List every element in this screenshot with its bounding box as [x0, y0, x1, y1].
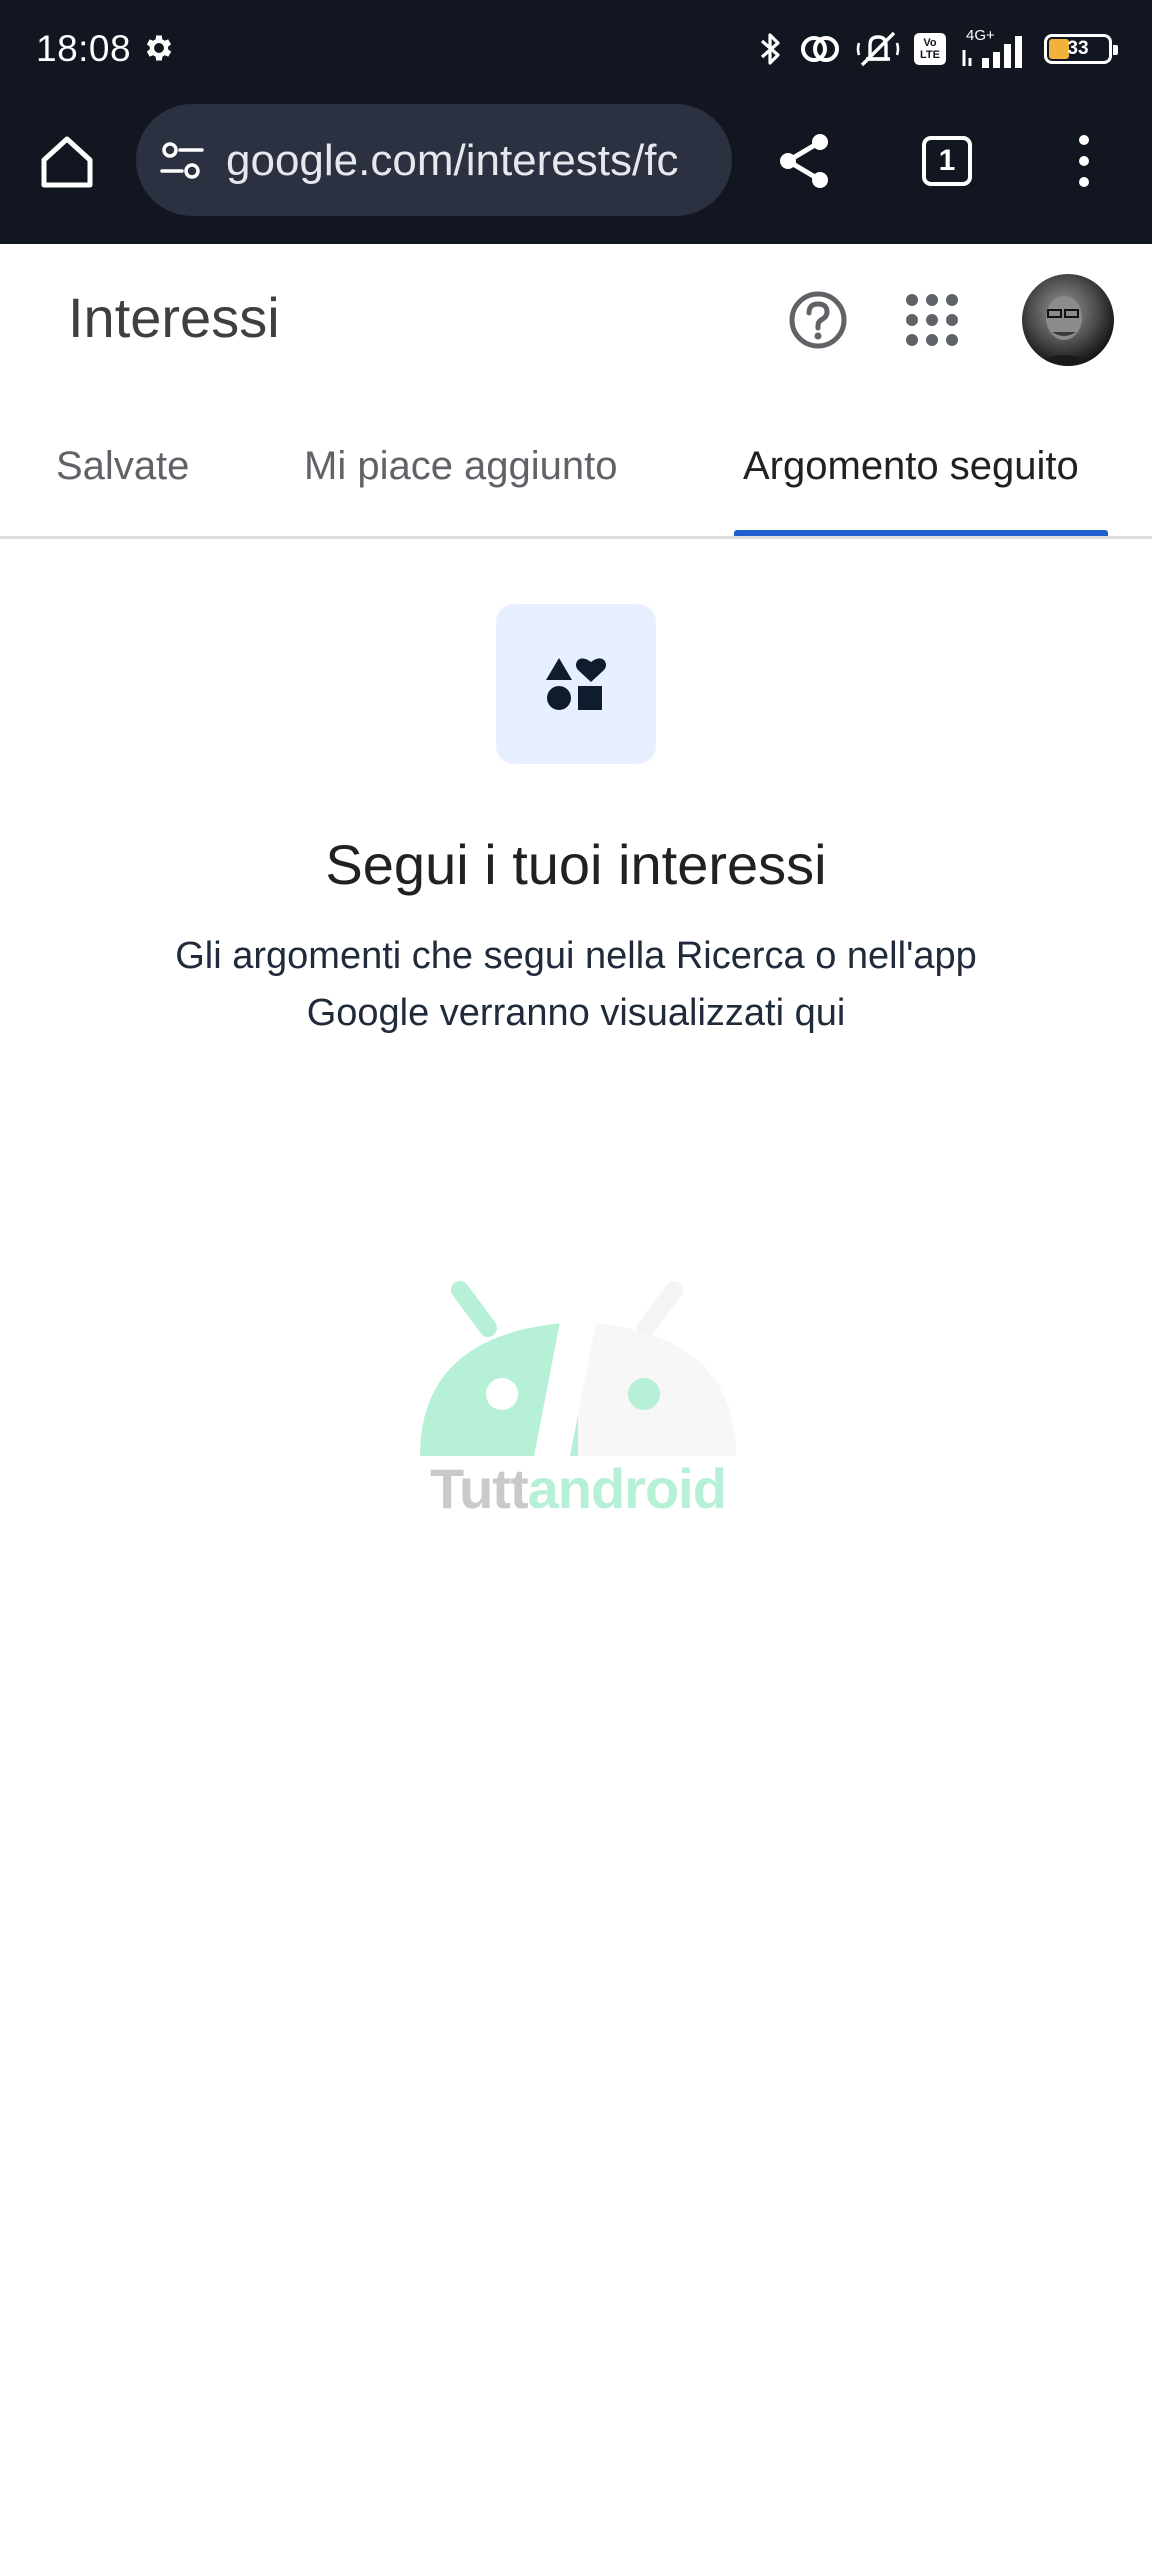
bluetooth-icon	[760, 33, 780, 65]
hotspot-icon	[801, 36, 839, 62]
watermark-text-part1: Tutt	[430, 1457, 529, 1520]
site-settings-icon[interactable]	[158, 140, 206, 182]
active-tab-indicator	[734, 530, 1108, 536]
signal-icon: 4G+	[960, 28, 1030, 70]
home-icon[interactable]	[36, 130, 98, 192]
apps-grid-icon[interactable]	[904, 292, 960, 348]
interests-shapes-icon	[546, 658, 606, 710]
page-title: Interessi	[68, 286, 280, 349]
battery-percent: 33	[1067, 38, 1089, 59]
volte-icon: Vo LTE	[914, 33, 946, 65]
empty-state-title: Segui i tuoi interessi	[325, 833, 827, 896]
status-time: 18:08	[36, 28, 132, 69]
android-mascot-logo	[420, 1281, 736, 1456]
empty-state-icon-box	[496, 604, 656, 764]
address-bar[interactable]: google.com/interests/fc	[136, 104, 732, 216]
watermark-text-part2: android	[527, 1457, 727, 1520]
volte-label: Vo LTE	[920, 37, 940, 61]
gear-icon	[146, 35, 172, 61]
share-icon[interactable]	[776, 130, 834, 192]
tab-mi-piace-aggiunto[interactable]: Mi piace aggiunto	[304, 444, 618, 489]
tab-salvate[interactable]: Salvate	[56, 444, 189, 489]
watermark-text: Tuttandroid	[410, 1456, 746, 1521]
help-icon[interactable]	[788, 290, 848, 350]
tab-argomento-seguito[interactable]: Argomento seguito	[743, 444, 1079, 489]
more-menu-icon[interactable]	[1070, 130, 1098, 192]
tuttandroid-watermark: Tuttandroid	[410, 1270, 746, 1530]
url-text[interactable]: google.com/interests/fc	[226, 136, 716, 186]
battery-icon: 33	[1044, 34, 1118, 64]
browser-toolbar: google.com/interests/fc 1	[0, 100, 1152, 244]
status-bar: 18:08 Vo LTE 4G+ 33	[0, 0, 1152, 100]
tab-switcher-icon[interactable]: 1	[922, 136, 972, 186]
empty-state-description: Gli argomenti che segui nella Ricerca o …	[175, 935, 977, 1034]
vibrate-off-icon	[856, 31, 900, 67]
tab-bar: Salvate Mi piace aggiunto Argomento segu…	[0, 420, 1152, 539]
avatar[interactable]	[1022, 274, 1114, 366]
status-icons: Vo LTE 4G+ 33	[758, 24, 1118, 74]
